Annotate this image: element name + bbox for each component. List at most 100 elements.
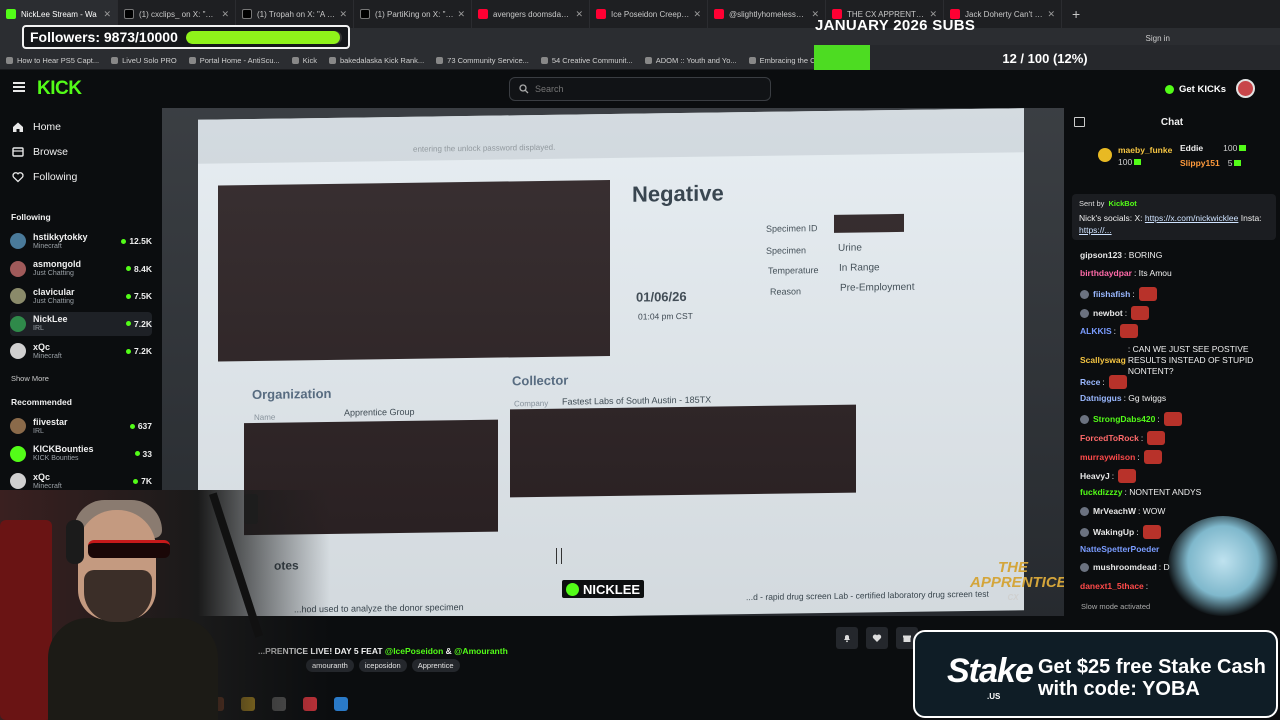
chat-username[interactable]: StrongDabs420 [1093,414,1155,424]
pinned-link-x[interactable]: https://x.com/nickwicklee [1145,213,1239,223]
viewer-count: 33 [134,448,152,459]
chat-username[interactable]: Scallyswag [1080,355,1126,366]
sidebar-channel-asmongold[interactable]: asmongold Just Chatting 8.4K [10,257,152,281]
chat-username[interactable]: birthdaydpar [1080,268,1132,278]
search-input[interactable] [535,84,755,94]
bookmark-item[interactable]: Kick [291,56,317,65]
sidebar-channel-hstikkytokky[interactable]: hstikkytokky Minecraft 12.5K [10,229,152,253]
chat-message: ForcedToRock: [1080,431,1166,445]
chat-text: : [1102,377,1105,387]
browser-tab[interactable]: (1) PartiKing on X: "Joshua✕ [354,0,472,28]
followers-goal-bar [185,30,342,44]
channel-name: clavicular [33,286,75,297]
subs-goal-title: JANUARY 2026 SUBS [815,17,976,34]
specimen-value: Urine [838,242,862,254]
stream-tag[interactable]: iceposidon [358,659,407,672]
reason-value: Pre-Employment [840,281,915,294]
top-gifter[interactable]: maeby_funke [1118,145,1176,155]
channel-meta: NickLee IRL [33,314,126,333]
search-bar[interactable] [509,77,771,101]
sidebar-channel-fiivestar[interactable]: fiivestar IRL 637 [10,414,152,438]
bookmark-label: Kick [302,56,317,65]
chat-username[interactable]: ForcedToRock [1080,433,1139,443]
test-time: 01:04 pm CST [638,310,693,322]
browser-tab[interactable]: Ice Poseidon Creeps Out R ✕ [590,0,708,28]
nav-browse[interactable]: Browse [12,146,68,158]
tab-title: Ice Poseidon Creeps Out R [611,9,689,19]
chat-username[interactable]: fuckdizzzy [1080,487,1123,497]
bookmark-item[interactable]: LiveU Solo PRO [111,56,177,65]
channel-name: xQc [33,471,51,482]
bookmark-item[interactable]: 54 Creative Communit... [540,56,633,65]
close-icon[interactable]: ✕ [103,9,111,20]
channel-name: hstikkytokky [33,231,88,242]
browser-tab[interactable]: @slightlyhomeless1257 S✕ [708,0,826,28]
followers-goal-overlay: Followers: 9873/10000 [22,25,350,49]
heart-icon [12,172,24,183]
browser-tab[interactable]: (1) cxclips_ on X: "Kangjo ✕ [118,0,236,28]
chat-username[interactable]: Datniggus [1080,393,1122,403]
bookmark-item[interactable]: How to Hear PS5 Capt... [6,56,99,65]
chat-message: murraywilson: [1080,450,1162,464]
chat-username[interactable]: gipson123 [1080,250,1122,260]
kick-logo[interactable]: KICK [37,78,82,100]
chat-username[interactable]: NatteSpetterPoeder [1080,544,1159,554]
rapid-screen-text: ...d - rapid drug screen Lab - certified… [746,588,989,603]
bookmark-label: Portal Home - AntiScu... [199,56,280,65]
mention-iceposeidon[interactable]: @IcePoseidon [385,646,443,656]
chat-message: Scallyswag: CAN WE JUST SEE POSTIVE RESU… [1080,344,1270,377]
chat-text: : BORING [1124,250,1163,260]
sidebar-channel-clavicular[interactable]: clavicular Just Chatting 7.5K [10,284,152,308]
sidebar-channel-kickbounties[interactable]: KICKBounties KICK Bounties 33 [10,442,152,466]
chat-username[interactable]: WakingUp [1093,527,1134,537]
chat-username[interactable]: murraywilson [1080,452,1135,462]
chat-username[interactable]: newbot [1093,308,1123,318]
pinned-link-insta[interactable]: https://... [1079,225,1112,235]
sidebar-channel-nicklee[interactable]: NickLee IRL 7.2K [10,311,152,336]
nav-following[interactable]: Following [12,171,77,183]
streamer-logo-overlay [1168,516,1278,616]
close-icon[interactable]: ✕ [457,9,465,20]
pinned-message[interactable]: Sent by KickBot Nick's socials: X: https… [1072,194,1276,240]
bookmark-item[interactable]: 73 Community Service... [436,56,529,65]
close-icon[interactable]: ✕ [575,9,583,20]
sidebar-channel-xqc[interactable]: xQc Minecraft 7.2K [10,339,152,363]
browser-tab[interactable]: avengers doomsday traile ✕ [472,0,590,28]
viewer-count-value: 7.2K [134,318,152,329]
bookmark-item[interactable]: bakedalaska Kick Rank... [328,56,424,65]
stream-tag[interactable]: Apprentice [411,659,460,672]
user-avatar[interactable] [1236,79,1255,98]
viewer-count-value: 33 [142,448,152,459]
close-icon[interactable]: ✕ [221,9,229,20]
chat-username[interactable]: fiishafish [1093,289,1130,299]
channel-meta: hstikkytokky Minecraft [33,232,121,251]
chat-username[interactable]: ALKKIS [1080,326,1112,336]
notification-bell-button[interactable] [836,627,858,649]
chat-text: : WOW [1138,506,1166,516]
browser-tab[interactable]: NickLee Stream - Wa ✕ [0,0,118,28]
menu-icon[interactable] [13,82,25,92]
bell-icon [844,635,850,643]
edge-icon[interactable] [334,697,348,711]
stake-ad-banner[interactable]: Stake .US Get $25 free Stake Cash with c… [913,630,1278,718]
browser-tab[interactable]: (1) Tropah on X: "A gre ✕ [236,0,354,28]
chat-username[interactable]: mushroomdead [1093,562,1157,572]
top-gifter[interactable]: Eddie 100 [1180,143,1247,153]
close-icon[interactable]: ✕ [339,9,347,20]
chat-username[interactable]: MrVeachW [1093,506,1136,516]
get-kicks-button[interactable]: Get KICKs [1165,80,1226,98]
gifter-name: Slippy151 [1180,158,1220,168]
live-dot-icon [133,478,139,484]
chat-username[interactable]: Rece [1080,377,1100,387]
close-icon[interactable]: ✕ [693,9,701,20]
top-gifter[interactable]: Slippy151 5 [1180,158,1242,168]
chat-username[interactable]: danext1_5thace [1080,581,1144,591]
bookmark-item[interactable]: ADOM :: Youth and Yo... [644,56,737,65]
chat-username[interactable]: HeavyJ [1080,471,1110,481]
show-more-link[interactable]: Show More [11,374,49,383]
emote-icon [1142,525,1161,539]
mention-amouranth[interactable]: @Amouranth [454,646,508,656]
bookmark-item[interactable]: Portal Home - AntiScu... [188,56,280,65]
follow-button[interactable] [866,627,888,649]
nav-home[interactable]: Home [12,121,61,133]
